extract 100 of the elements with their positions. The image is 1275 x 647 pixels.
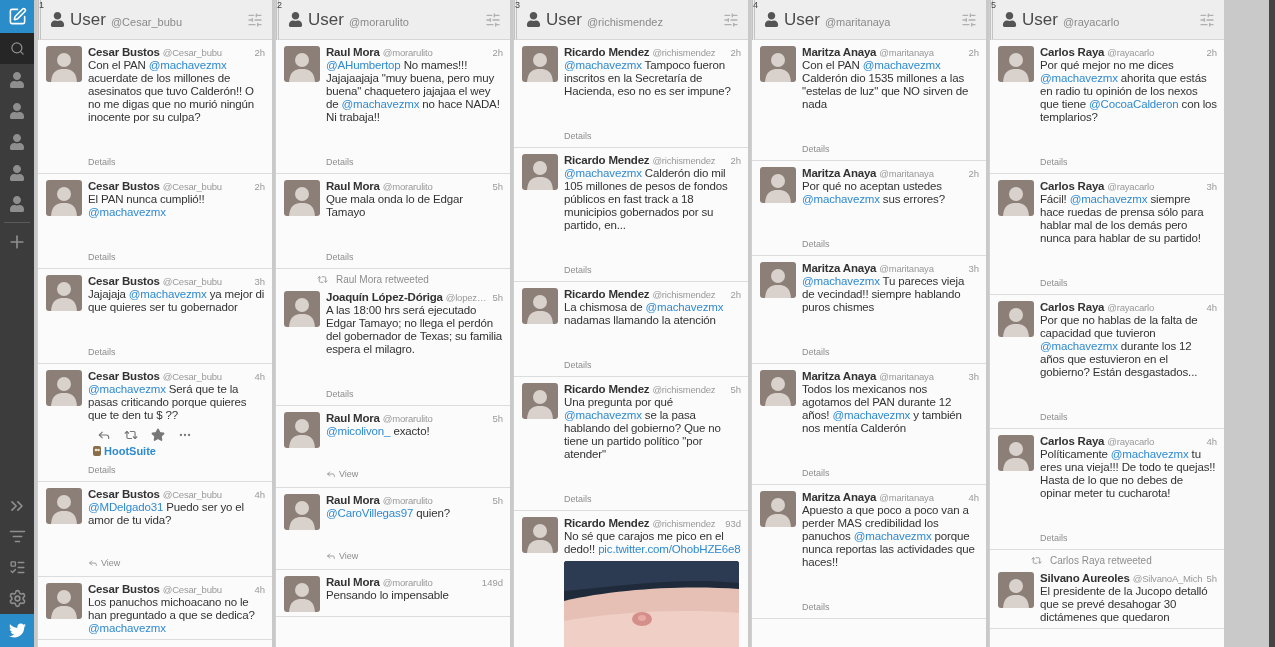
avatar-icon[interactable] xyxy=(284,180,320,216)
column-number: 3 xyxy=(515,0,520,10)
tweet-time: 93d xyxy=(724,518,741,529)
details-link[interactable]: Details xyxy=(564,360,592,370)
avatar-icon[interactable] xyxy=(998,180,1034,216)
avatar-icon[interactable] xyxy=(522,46,558,82)
avatar-icon[interactable] xyxy=(998,46,1034,82)
avatar-icon[interactable] xyxy=(46,46,82,82)
details-link[interactable]: Details xyxy=(802,239,830,249)
tweet-link[interactable]: @machavezmx xyxy=(1069,193,1148,205)
tweet-link[interactable]: @machavezmx xyxy=(802,193,880,205)
filter-button[interactable] xyxy=(1199,11,1215,28)
view-link[interactable]: View xyxy=(88,558,121,568)
avatar-icon[interactable] xyxy=(760,46,796,82)
filter-button[interactable] xyxy=(961,11,977,28)
search-button[interactable] xyxy=(0,33,34,64)
filter-button[interactable] xyxy=(723,11,739,28)
details-link[interactable]: Details xyxy=(326,389,354,399)
details-link[interactable]: Details xyxy=(88,157,116,167)
tweet-link[interactable]: @machavezmx xyxy=(564,409,642,421)
tweet-text: @machavezmx Tu pareces vieja de vecindad!! siempre hablando puros chismes xyxy=(802,275,966,314)
filter-button[interactable] xyxy=(247,11,263,28)
details-link[interactable]: Details xyxy=(802,602,830,612)
avatar-icon[interactable] xyxy=(284,291,320,327)
tweet-link[interactable]: @machavezmx xyxy=(1110,448,1189,460)
avatar-icon[interactable] xyxy=(760,491,796,527)
tweet-text: Por qué no aceptan ustedes @machavezmx sus errores? xyxy=(802,180,946,206)
tweet-link[interactable]: @machavezmx xyxy=(853,530,932,542)
tweet-link[interactable]: @machavezmx xyxy=(1040,72,1118,84)
avatar-icon[interactable] xyxy=(46,275,82,311)
avatar-icon[interactable] xyxy=(522,383,558,419)
favorite-button[interactable] xyxy=(151,428,165,442)
tweet-link[interactable]: @machavezmx xyxy=(564,167,642,179)
view-link[interactable]: View xyxy=(326,551,359,561)
tweet-link[interactable]: @machavezmx xyxy=(148,59,227,71)
avatar-icon[interactable] xyxy=(284,46,320,82)
tweet-link[interactable]: @machavezmx xyxy=(88,622,166,634)
details-link[interactable]: Details xyxy=(326,157,354,167)
filter-button[interactable] xyxy=(485,11,501,28)
avatar-icon[interactable] xyxy=(760,370,796,406)
tweet-link[interactable]: @machavezmx xyxy=(1040,340,1118,352)
avatar-icon[interactable] xyxy=(284,412,320,448)
details-link[interactable]: Details xyxy=(564,494,592,504)
avatar-icon[interactable] xyxy=(46,583,82,619)
tweet-link[interactable]: @CocoaCalderon xyxy=(1089,98,1179,110)
tweet-link[interactable]: @machavezmx xyxy=(645,301,724,313)
tweet-link[interactable]: pic.twitter.com/OhobHZE6e8 xyxy=(598,543,741,555)
details-link[interactable]: Details xyxy=(88,347,116,357)
tweet-link[interactable]: @machavezmx xyxy=(832,409,911,421)
avatar-icon[interactable] xyxy=(998,435,1034,471)
tweet-text: El PAN nunca cumplió!! @machavezmx xyxy=(88,193,206,219)
avatar-icon[interactable] xyxy=(46,370,82,406)
twitter-button[interactable] xyxy=(0,614,34,647)
tweet-link[interactable]: @machavezmx xyxy=(802,275,880,287)
avatar-icon[interactable] xyxy=(998,301,1034,337)
compose-button[interactable] xyxy=(0,0,34,33)
view-link[interactable]: View xyxy=(326,469,359,479)
details-link[interactable]: Details xyxy=(1040,157,1068,167)
avatar-icon[interactable] xyxy=(46,488,82,524)
details-link[interactable]: Details xyxy=(802,144,830,154)
details-link[interactable]: Details xyxy=(802,347,830,357)
tweet-link[interactable]: @CaroVillegas97 xyxy=(326,507,414,519)
details-link[interactable]: Details xyxy=(1040,278,1068,288)
column-number: 2 xyxy=(277,0,282,10)
tweet-link[interactable]: @machavezmx xyxy=(88,383,166,395)
tweet-link[interactable]: @machavezmx xyxy=(862,59,941,71)
details-link[interactable]: Details xyxy=(564,265,592,275)
retweet-icon xyxy=(1031,555,1042,566)
reply-icon xyxy=(97,428,111,442)
avatar-icon[interactable] xyxy=(284,494,320,530)
tweet-link[interactable]: @AHumbertop xyxy=(326,59,401,71)
tweet-link[interactable]: @machavezmx xyxy=(128,288,207,300)
retweet-button[interactable] xyxy=(124,428,138,442)
details-link[interactable]: Details xyxy=(1040,412,1068,422)
bird-icon xyxy=(8,622,26,639)
tweet-link[interactable]: @machavezmx xyxy=(88,206,166,218)
tweet-link[interactable]: @MDelgado31 xyxy=(88,501,164,513)
tweet-link[interactable]: @machavezmx xyxy=(564,59,642,71)
avatar-icon[interactable] xyxy=(46,180,82,216)
source-link[interactable]: HootSuite xyxy=(104,445,156,457)
avatar-icon[interactable] xyxy=(522,154,558,190)
avatar-icon[interactable] xyxy=(760,262,796,298)
details-link[interactable]: Details xyxy=(802,468,830,478)
author-handle: @Cesar_bubu xyxy=(162,181,222,192)
avatar-icon[interactable] xyxy=(998,572,1034,608)
tweet-link[interactable]: @micolivon_ xyxy=(326,425,391,437)
details-link[interactable]: Details xyxy=(88,252,116,262)
tweet-link[interactable]: @machavezmx xyxy=(341,98,420,110)
author-handle: @maritanaya xyxy=(879,371,934,382)
avatar-icon[interactable] xyxy=(522,288,558,324)
details-link[interactable]: Details xyxy=(1040,533,1068,543)
avatar-icon[interactable] xyxy=(284,576,320,612)
avatar-icon[interactable] xyxy=(522,517,558,553)
author-handle: @maritanaya xyxy=(879,263,934,274)
reply-button[interactable] xyxy=(97,428,111,442)
author-name: Ricardo Mendez xyxy=(564,288,650,300)
details-link[interactable]: Details xyxy=(88,465,116,475)
details-link[interactable]: Details xyxy=(326,252,354,262)
avatar-icon[interactable] xyxy=(760,167,796,203)
details-link[interactable]: Details xyxy=(564,131,592,141)
